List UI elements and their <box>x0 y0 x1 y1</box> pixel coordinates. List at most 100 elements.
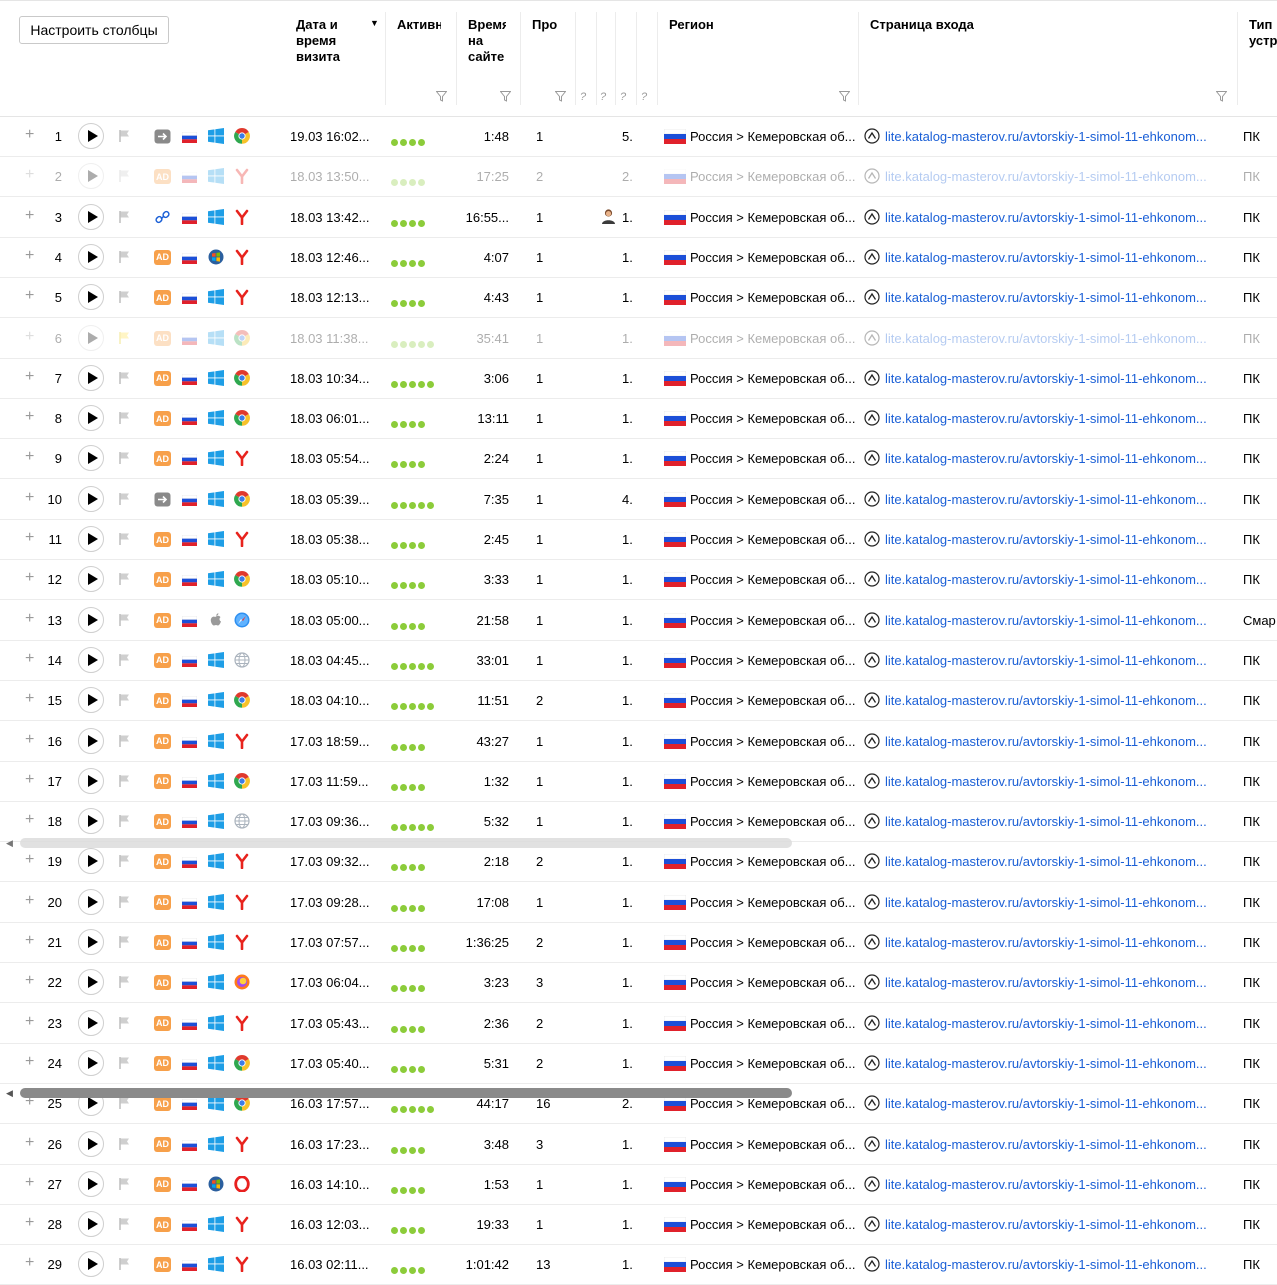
play-recording-button[interactable] <box>78 284 104 311</box>
entry-page-link[interactable]: lite.katalog-masterov.ru/avtorskiy-1-sim… <box>885 572 1231 587</box>
flag-icon[interactable] <box>118 1096 132 1110</box>
table-row[interactable]: +17 AD 17.03 11:59... 1:32 1 1. Россия > Кемер… <box>0 762 1277 802</box>
flag-icon[interactable] <box>118 451 132 465</box>
entry-page-link[interactable]: lite.katalog-masterov.ru/avtorskiy-1-sim… <box>885 492 1231 507</box>
filter-help-icon[interactable]: ? <box>600 91 606 103</box>
horizontal-scrollbar[interactable] <box>20 1088 792 1098</box>
filter-icon[interactable] <box>839 91 850 102</box>
expand-row-icon[interactable]: + <box>25 771 34 788</box>
entry-page-link[interactable]: lite.katalog-masterov.ru/avtorskiy-1-sim… <box>885 935 1231 950</box>
table-row[interactable]: +13 AD 18.03 05:00... 21:58 1 1. Россия > Кеме… <box>0 601 1277 641</box>
entry-page-link[interactable]: lite.katalog-masterov.ru/avtorskiy-1-sim… <box>885 1217 1231 1232</box>
flag-icon[interactable] <box>118 613 132 627</box>
table-row[interactable]: +10 18.03 05:39... 7:35 1 4. Россия > Кемеров… <box>0 480 1277 520</box>
table-row[interactable]: +28 AD 16.03 12:03... 19:33 1 1. Россия > Кеме… <box>0 1205 1277 1246</box>
entry-page-link[interactable]: lite.katalog-masterov.ru/avtorskiy-1-sim… <box>885 451 1231 466</box>
play-recording-button[interactable] <box>78 1211 104 1238</box>
flag-icon[interactable] <box>118 854 132 868</box>
flag-icon[interactable] <box>118 693 132 707</box>
play-recording-button[interactable] <box>78 203 104 230</box>
scroll-left-icon[interactable]: ◀ <box>6 838 13 849</box>
play-recording-button[interactable] <box>78 969 104 996</box>
table-row[interactable]: +22 AD 17.03 06:04... 3:23 3 1. Россия > Кемер… <box>0 963 1277 1004</box>
horizontal-scrollbar[interactable] <box>20 838 792 848</box>
table-row[interactable]: +7 AD 18.03 10:34... 3:06 1 1. Россия > Кемеро… <box>0 359 1277 399</box>
expand-row-icon[interactable]: + <box>25 489 34 506</box>
expand-row-icon[interactable]: + <box>25 1134 34 1151</box>
entry-page-link[interactable]: lite.katalog-masterov.ru/avtorskiy-1-sim… <box>885 169 1231 184</box>
expand-row-icon[interactable]: + <box>25 691 34 707</box>
flag-icon[interactable] <box>118 331 132 345</box>
entry-page-link[interactable]: lite.katalog-masterov.ru/avtorskiy-1-sim… <box>885 653 1231 668</box>
table-row[interactable]: +27 AD 16.03 14:10... 1:53 1 1. Россия > Кемер… <box>0 1165 1277 1205</box>
table-row[interactable]: +29 AD 16.03 02:11... 1:01:42 13 1. Россия > К… <box>0 1245 1277 1285</box>
filter-help-icon[interactable]: ? <box>620 91 626 103</box>
play-recording-button[interactable] <box>78 888 104 915</box>
entry-page-link[interactable]: lite.katalog-masterov.ru/avtorskiy-1-sim… <box>885 1257 1231 1272</box>
expand-row-icon[interactable]: + <box>25 449 34 465</box>
entry-page-link[interactable]: lite.katalog-masterov.ru/avtorskiy-1-sim… <box>885 210 1231 225</box>
table-row[interactable]: +2 AD 18.03 13:50... 17:25 2 2. Россия > Кемер… <box>0 157 1277 198</box>
expand-row-icon[interactable]: + <box>25 247 34 264</box>
column-header-date[interactable]: Дата и время визита <box>296 17 366 65</box>
expand-row-icon[interactable]: + <box>25 1174 34 1191</box>
column-header-device-type[interactable]: Тип устр <box>1249 17 1277 49</box>
table-row[interactable]: +5 AD 18.03 12:13... 4:43 1 1. Россия > Кемеро… <box>0 278 1277 319</box>
table-row[interactable]: +21 AD 17.03 07:57... 1:36:25 2 1. Россия > Ке… <box>0 923 1277 963</box>
flag-icon[interactable] <box>118 210 132 224</box>
play-recording-button[interactable] <box>78 405 104 432</box>
flag-icon[interactable] <box>118 774 132 788</box>
expand-row-icon[interactable]: + <box>25 368 34 385</box>
entry-page-link[interactable]: lite.katalog-masterov.ru/avtorskiy-1-sim… <box>885 613 1231 628</box>
flag-icon[interactable] <box>118 1217 132 1231</box>
play-recording-button[interactable] <box>78 808 104 835</box>
expand-row-icon[interactable]: + <box>25 973 34 989</box>
table-row[interactable]: +11 AD 18.03 05:38... 2:45 1 1. Россия > Кемер… <box>0 520 1277 560</box>
table-row[interactable]: +19 AD 17.03 09:32... 2:18 2 1. Россия > Кемер… <box>0 842 1277 883</box>
expand-row-icon[interactable]: + <box>25 812 34 828</box>
play-recording-button[interactable] <box>78 687 104 714</box>
play-recording-button[interactable] <box>78 1130 104 1157</box>
expand-row-icon[interactable]: + <box>25 852 34 868</box>
flag-icon[interactable] <box>118 129 132 143</box>
table-row[interactable]: +18 AD 17.03 09:36... 5:32 1 1. Россия > Кемер… <box>0 802 1277 843</box>
play-recording-button[interactable] <box>78 1009 104 1036</box>
play-recording-button[interactable] <box>78 485 104 512</box>
expand-row-icon[interactable]: + <box>25 731 34 748</box>
table-row[interactable]: +6 AD 18.03 11:38... 35:41 1 1. Россия > Кемер… <box>0 319 1277 359</box>
entry-page-link[interactable]: lite.katalog-masterov.ru/avtorskiy-1-sim… <box>885 975 1231 990</box>
flag-icon[interactable] <box>118 1257 132 1271</box>
flag-icon[interactable] <box>118 371 132 385</box>
flag-icon[interactable] <box>118 1177 132 1191</box>
table-row[interactable]: +16 AD 17.03 18:59... 43:27 1 1. Россия > Кеме… <box>0 722 1277 762</box>
table-row[interactable]: +3 18.03 13:42... 16:55... 1 1. Россия > Кеме… <box>0 198 1277 238</box>
flag-icon[interactable] <box>118 492 132 506</box>
configure-columns-button[interactable]: Настроить столбцы <box>19 16 169 44</box>
entry-page-link[interactable]: lite.katalog-masterov.ru/avtorskiy-1-sim… <box>885 1016 1231 1031</box>
sort-desc-icon[interactable]: ▼ <box>370 18 379 28</box>
entry-page-link[interactable]: lite.katalog-masterov.ru/avtorskiy-1-sim… <box>885 1096 1231 1111</box>
play-recording-button[interactable] <box>78 1251 104 1278</box>
entry-page-link[interactable]: lite.katalog-masterov.ru/avtorskiy-1-sim… <box>885 290 1231 305</box>
expand-row-icon[interactable]: + <box>25 1215 34 1231</box>
table-row[interactable]: +12 AD 18.03 05:10... 3:33 1 1. Россия > Кемер… <box>0 560 1277 601</box>
entry-page-link[interactable]: lite.katalog-masterov.ru/avtorskiy-1-sim… <box>885 1177 1231 1192</box>
table-row[interactable]: +9 AD 18.03 05:54... 2:24 1 1. Россия > Кемеро… <box>0 439 1277 480</box>
expand-row-icon[interactable]: + <box>25 1013 34 1030</box>
flag-icon[interactable] <box>118 935 132 949</box>
play-recording-button[interactable] <box>78 123 104 149</box>
play-recording-button[interactable] <box>78 848 104 875</box>
filter-help-icon[interactable]: ? <box>580 91 586 103</box>
play-recording-button[interactable] <box>78 1049 104 1076</box>
table-row[interactable]: +26 AD 16.03 17:23... 3:48 3 1. Россия > Кемер… <box>0 1125 1277 1165</box>
play-recording-button[interactable] <box>78 364 104 391</box>
filter-help-icon[interactable]: ? <box>641 91 647 103</box>
flag-icon[interactable] <box>118 814 132 828</box>
flag-icon[interactable] <box>118 169 132 183</box>
entry-page-link[interactable]: lite.katalog-masterov.ru/avtorskiy-1-sim… <box>885 371 1231 386</box>
flag-icon[interactable] <box>118 572 132 586</box>
expand-row-icon[interactable]: + <box>25 1053 34 1070</box>
play-recording-button[interactable] <box>78 1170 104 1197</box>
expand-row-icon[interactable]: + <box>25 409 34 425</box>
expand-row-icon[interactable]: + <box>25 288 34 304</box>
